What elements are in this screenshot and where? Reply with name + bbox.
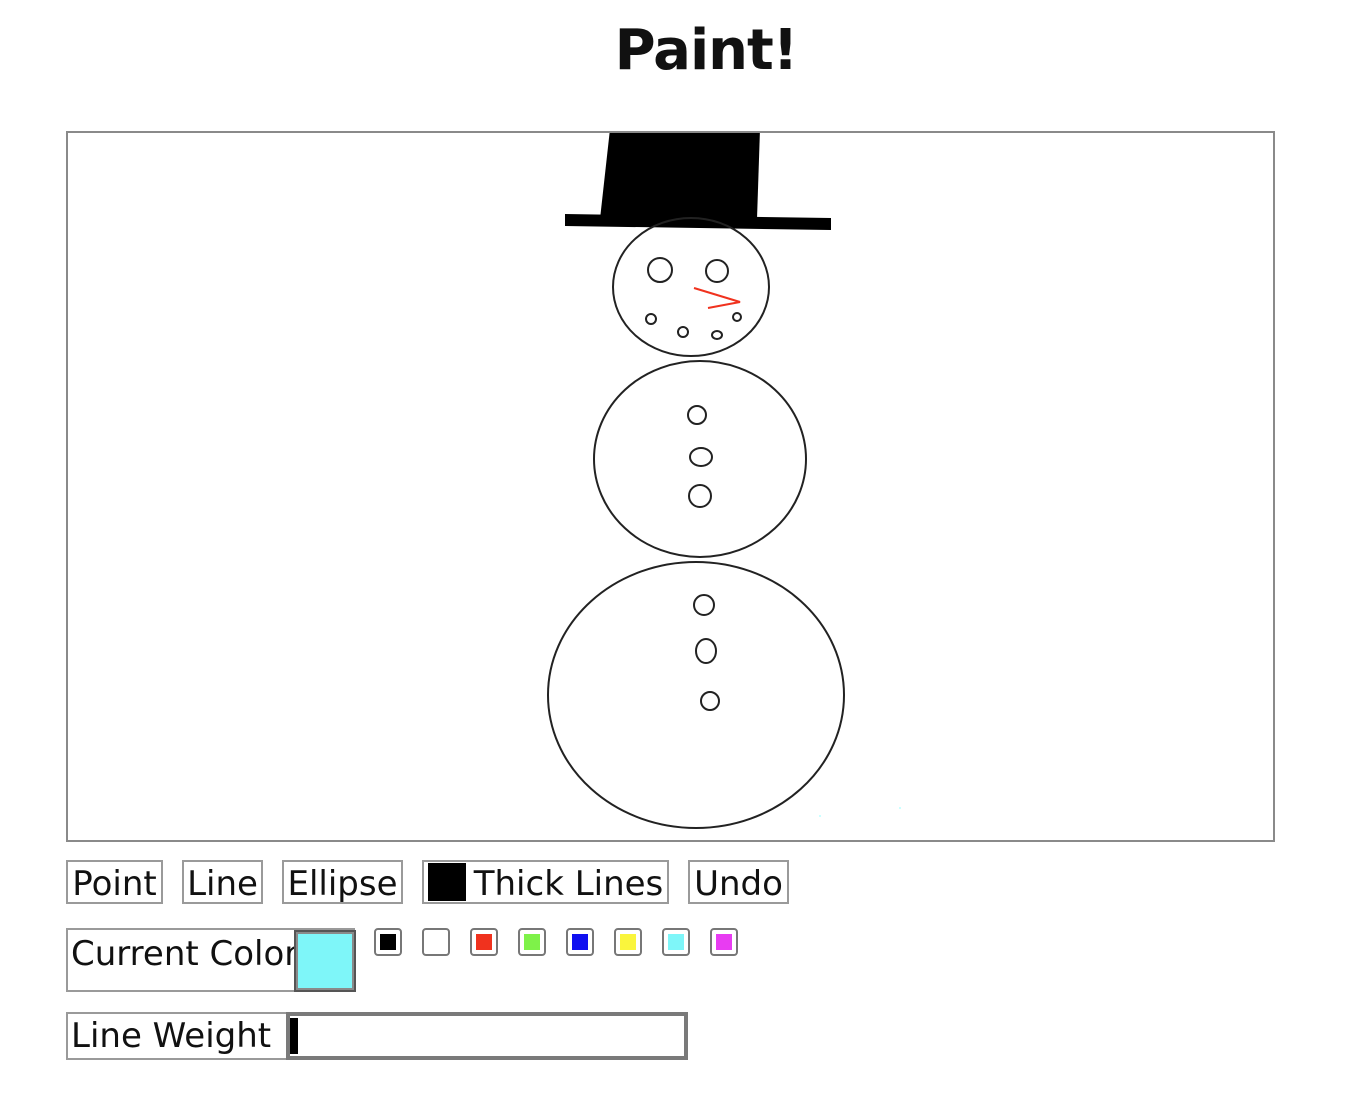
palette-swatch-fill (428, 934, 444, 950)
current-color-box: Current Color (66, 928, 356, 992)
palette-swatch-fill (716, 934, 732, 950)
line-weight-thumb[interactable] (290, 1018, 298, 1054)
button (689, 447, 713, 467)
page-title: Paint! (614, 18, 799, 83)
button (688, 484, 712, 508)
stray-point (819, 815, 821, 817)
button (695, 638, 717, 664)
mouth-dot (732, 312, 742, 322)
thick-lines-label: Thick Lines (473, 864, 664, 904)
undo-button[interactable]: Undo (688, 860, 789, 904)
palette-swatch-green[interactable] (518, 928, 546, 956)
hat-crown (600, 133, 760, 219)
mouth-dot (677, 326, 689, 338)
stray-point (899, 807, 901, 809)
drawing-surface[interactable] (68, 133, 1273, 840)
right-eye (705, 259, 729, 283)
line-weight-label: Line Weight (66, 1012, 288, 1060)
drawing-canvas[interactable] (66, 131, 1275, 842)
hat-brim (565, 214, 831, 230)
snowman-head (612, 217, 770, 357)
ellipse-tool-button[interactable]: Ellipse (282, 860, 403, 904)
palette-swatch-black[interactable] (374, 928, 402, 956)
snowman-bottom (547, 561, 845, 829)
palette-swatch-yellow[interactable] (614, 928, 642, 956)
palette-swatch-fill (476, 934, 492, 950)
thick-lines-checkbox-icon (427, 863, 466, 901)
current-color-label: Current Color (71, 934, 299, 974)
mouth-dot (645, 313, 657, 325)
palette-swatch-red[interactable] (470, 928, 498, 956)
current-color-swatch (294, 930, 356, 992)
palette-swatch-fill (380, 934, 396, 950)
palette-swatch-magenta[interactable] (710, 928, 738, 956)
button (693, 594, 715, 616)
point-tool-label: Point (72, 864, 157, 904)
carrot-nose (693, 287, 741, 309)
palette-swatch-fill (524, 934, 540, 950)
palette-swatch-fill (572, 934, 588, 950)
left-eye (647, 257, 673, 283)
thick-lines-toggle[interactable]: Thick Lines (422, 860, 669, 904)
snowman-middle (593, 360, 807, 558)
palette-swatch-cyan[interactable] (662, 928, 690, 956)
line-tool-button[interactable]: Line (182, 860, 263, 904)
button (687, 405, 707, 425)
palette-swatch-blue[interactable] (566, 928, 594, 956)
undo-label: Undo (694, 864, 783, 904)
line-weight-slider[interactable] (286, 1012, 688, 1060)
point-tool-button[interactable]: Point (66, 860, 163, 904)
palette-swatch-white[interactable] (422, 928, 450, 956)
palette-swatch-fill (620, 934, 636, 950)
palette-swatch-fill (668, 934, 684, 950)
line-tool-label: Line (187, 864, 258, 904)
ellipse-tool-label: Ellipse (287, 864, 398, 904)
mouth-dot (711, 330, 723, 340)
button (700, 691, 720, 711)
